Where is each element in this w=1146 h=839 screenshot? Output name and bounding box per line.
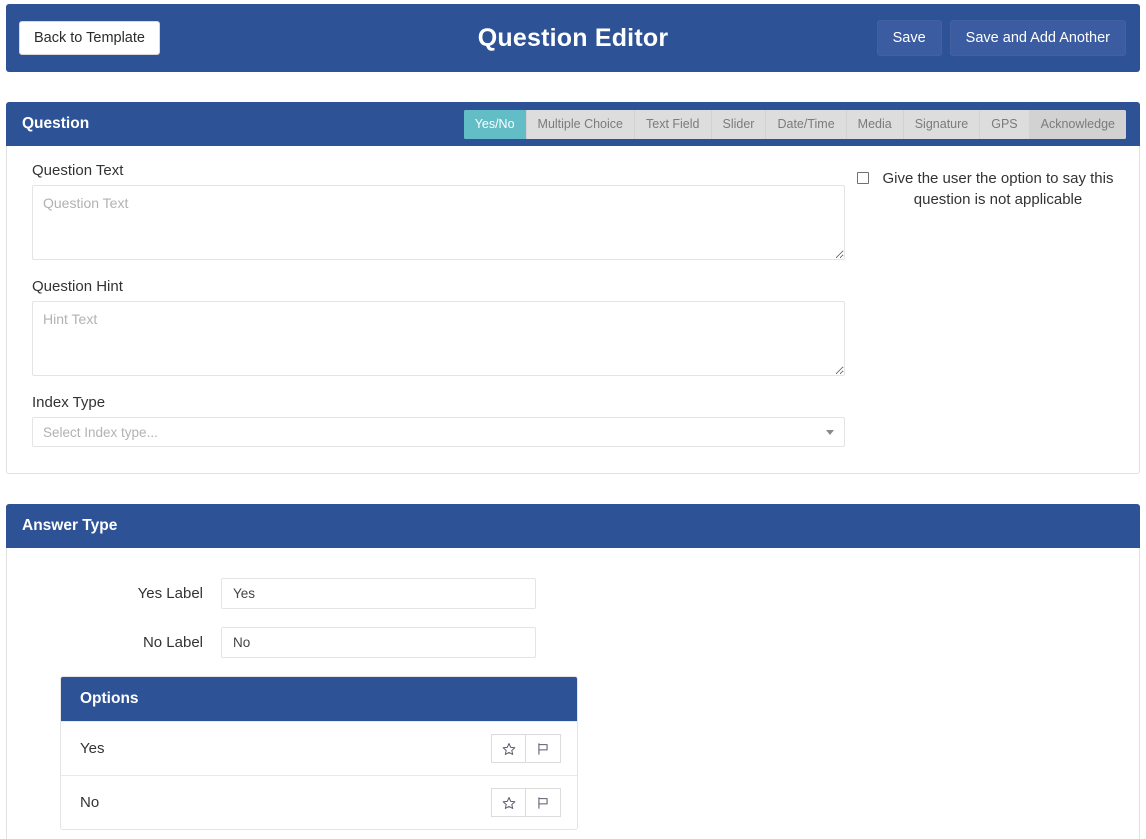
flag-outline-icon [536,796,550,810]
chevron-down-icon [826,430,834,435]
no-label-input[interactable] [221,627,536,658]
question-panel-header: Question Yes/No Multiple Choice Text Fie… [6,102,1140,146]
no-label-text: No Label [142,634,203,651]
question-panel-title: Question [22,115,90,132]
tab-yes-no[interactable]: Yes/No [463,109,527,139]
options-table-header: Options [61,677,577,721]
tab-text-field[interactable]: Text Field [635,109,712,139]
flag-outline-icon [536,742,550,756]
answer-type-panel-body: Yes Label No Label Options Yes [6,548,1140,839]
answer-type-panel-title: Answer Type [22,517,118,534]
tab-media[interactable]: Media [846,109,904,139]
option-label: No [80,794,100,811]
star-outline-icon [502,742,516,756]
yes-label-input[interactable] [221,578,536,609]
star-outline-icon [502,796,516,810]
question-panel-body: Question Text Question Hint Index Type S… [6,146,1140,474]
question-hint-label: Question Hint [32,278,123,295]
question-text-input[interactable] [32,185,845,260]
back-to-template-button[interactable]: Back to Template [19,20,160,56]
yes-label-text: Yes Label [137,585,203,602]
flag-outline-icon-button[interactable] [526,788,561,817]
star-outline-icon-button[interactable] [491,788,526,817]
tab-date-time[interactable]: Date/Time [766,109,847,139]
answer-type-panel-header: Answer Type [6,504,1140,548]
table-row: No [61,775,577,829]
question-options-column: Give the user the option to say this que… [845,162,1125,447]
question-form-column: Question Text Question Hint Index Type S… [21,162,845,447]
option-label: Yes [80,740,105,757]
question-text-label: Question Text [32,162,124,179]
tab-acknowledge[interactable]: Acknowledge [1029,109,1126,139]
not-applicable-row[interactable]: Give the user the option to say this que… [857,168,1125,211]
flag-outline-icon-button[interactable] [526,734,561,763]
question-hint-input[interactable] [32,301,845,376]
not-applicable-checkbox[interactable] [857,172,869,184]
index-type-selected-value: Select Index type... [43,424,158,440]
tab-slider[interactable]: Slider [711,109,767,139]
tab-gps[interactable]: GPS [980,109,1030,139]
yes-label-row: Yes Label [21,578,1125,609]
table-row: Yes [61,721,577,775]
no-label-row: No Label [21,627,1125,658]
index-type-label: Index Type [32,394,106,411]
answer-type-tabs: Yes/No Multiple Choice Text Field Slider… [463,109,1126,139]
tab-multiple-choice[interactable]: Multiple Choice [526,109,635,139]
app-header-bar: Back to Template Question Editor Save Sa… [6,4,1140,72]
option-actions [491,788,561,817]
index-type-select[interactable]: Select Index type... [32,417,845,447]
tab-signature[interactable]: Signature [903,109,981,139]
not-applicable-label: Give the user the option to say this que… [882,170,1114,209]
options-table: Options Yes No [60,676,578,830]
star-outline-icon-button[interactable] [491,734,526,763]
save-and-add-another-button[interactable]: Save and Add Another [949,19,1126,57]
save-button[interactable]: Save [876,19,942,57]
header-actions: Save Save and Add Another [876,19,1126,57]
option-actions [491,734,561,763]
